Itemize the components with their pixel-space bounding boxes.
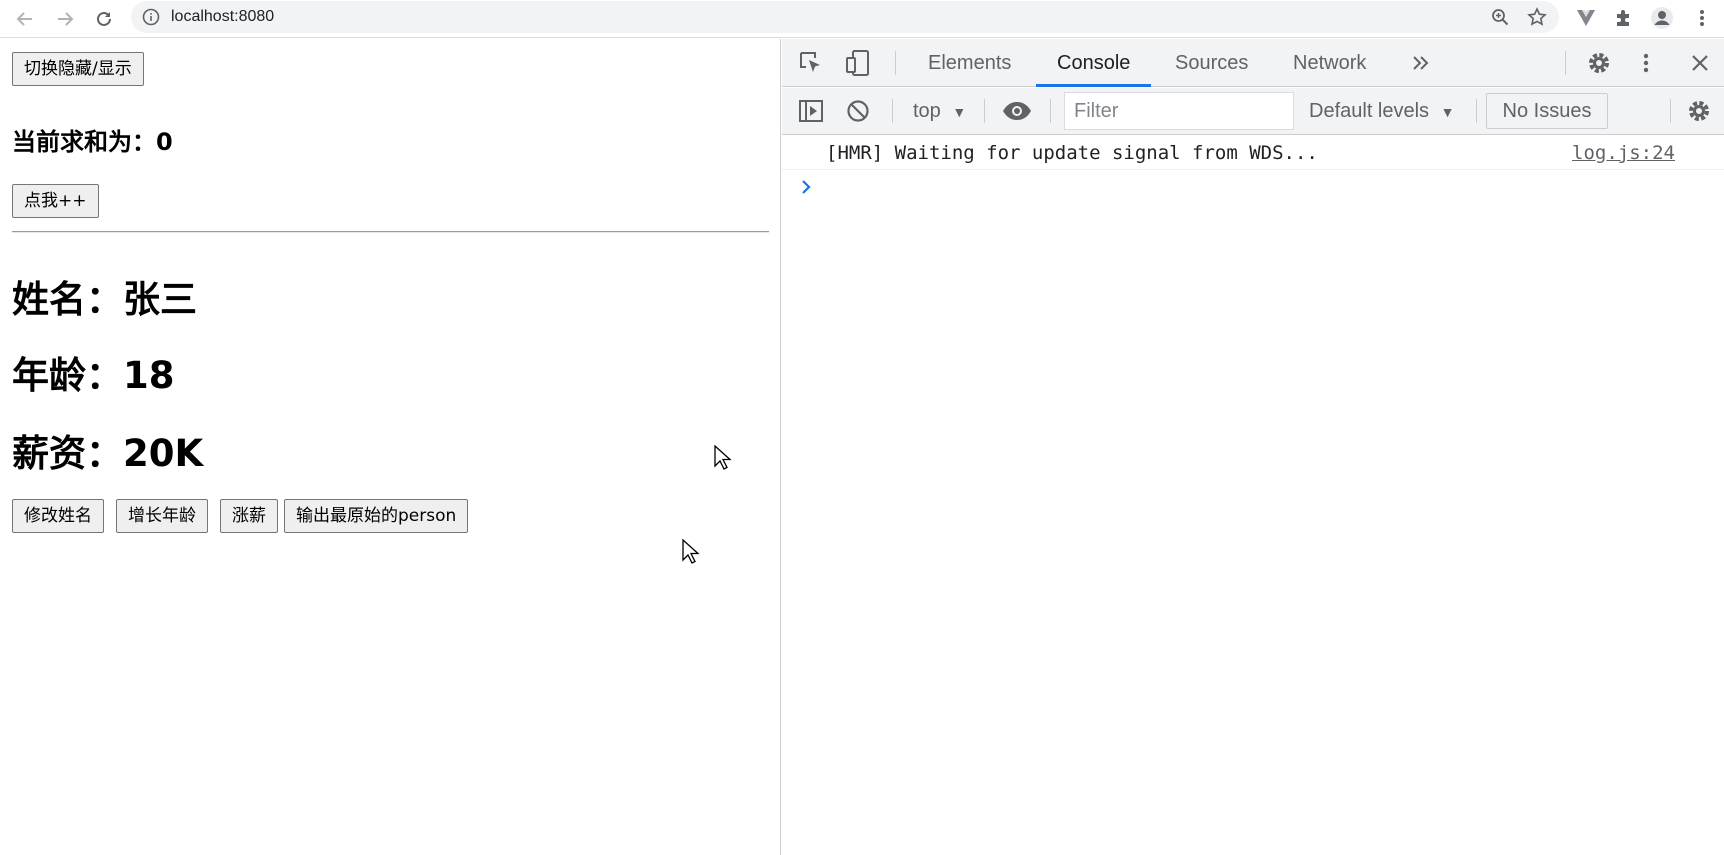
separator (984, 99, 985, 123)
grow-age-button[interactable]: 增长年龄 (116, 499, 208, 533)
increment-button[interactable]: 点我++ (12, 184, 99, 218)
raise-salary-button[interactable]: 涨薪 (220, 499, 278, 533)
person-name: 姓名：张三 (12, 278, 197, 321)
star-icon[interactable] (1527, 7, 1547, 27)
puzzle-icon[interactable] (1612, 6, 1636, 30)
separator (892, 99, 893, 123)
mouse-cursor-icon (714, 445, 732, 470)
back-arrow-icon[interactable] (10, 4, 40, 34)
forward-arrow-icon[interactable] (50, 4, 80, 34)
separator (1670, 99, 1671, 123)
close-icon[interactable] (1688, 51, 1712, 75)
log-levels-dropdown[interactable]: Default levels ▼ (1309, 88, 1454, 134)
issues-button[interactable]: No Issues (1486, 93, 1608, 129)
sidebar-toggle-icon[interactable] (797, 98, 825, 124)
change-name-button[interactable]: 修改姓名 (12, 499, 104, 533)
settings-gear-icon[interactable] (1585, 49, 1613, 77)
sum-text: 当前求和为：0 (12, 128, 173, 156)
info-icon[interactable] (142, 8, 160, 26)
device-toolbar-icon[interactable] (843, 49, 873, 77)
log-levels-label: Default levels (1309, 100, 1430, 122)
person-age: 年龄：18 (12, 354, 175, 397)
url-text[interactable]: localhost:8080 (171, 8, 274, 26)
dropdown-arrow-icon: ▼ (952, 104, 967, 120)
separator (1565, 51, 1566, 75)
zoom-icon[interactable] (1490, 7, 1510, 27)
toggle-visibility-button[interactable]: 切换隐藏/显示 (12, 52, 144, 86)
console-filter-input[interactable]: Filter (1064, 92, 1294, 130)
tab-elements[interactable]: Elements (928, 39, 1011, 87)
separator (895, 51, 896, 75)
context-selector[interactable]: top ▼ (913, 88, 966, 134)
console-toolbar: top ▼ Filter Default levels ▼ No Issues (782, 88, 1724, 135)
context-label: top (913, 100, 941, 122)
extension-vue-icon[interactable] (1574, 6, 1598, 30)
console-message-source-link[interactable]: log.js:24 (1572, 142, 1675, 164)
tab-sources[interactable]: Sources (1175, 39, 1248, 87)
devtools-panel: Elements Console Sources Network top ▼ F… (782, 39, 1724, 855)
inspect-element-icon[interactable] (796, 49, 826, 77)
console-settings-gear-icon[interactable] (1685, 97, 1713, 125)
console-message: [HMR] Waiting for update signal from WDS… (782, 136, 1724, 170)
more-tabs-icon[interactable] (1409, 51, 1433, 75)
kebab-menu-icon[interactable] (1638, 49, 1654, 77)
tab-network[interactable]: Network (1293, 39, 1366, 87)
separator (1476, 99, 1477, 123)
print-person-button[interactable]: 输出最原始的person (284, 499, 469, 533)
dropdown-arrow-icon: ▼ (1440, 104, 1455, 120)
address-bar[interactable]: localhost:8080 (131, 1, 1559, 33)
separator (1050, 99, 1051, 123)
browser-toolbar: localhost:8080 (0, 0, 1724, 38)
person-salary: 薪资：20K (12, 432, 204, 475)
horizontal-rule (12, 231, 769, 233)
console-prompt-chevron-icon[interactable] (800, 178, 814, 196)
eye-icon[interactable] (1001, 97, 1033, 125)
page-viewport: 切换隐藏/显示 当前求和为：0 点我++ 姓名：张三 年龄：18 薪资：20K … (0, 39, 781, 855)
reload-icon[interactable] (89, 4, 119, 34)
console-message-text: [HMR] Waiting for update signal from WDS… (826, 142, 1318, 164)
profile-icon[interactable] (1650, 6, 1674, 30)
kebab-menu-icon[interactable] (1690, 6, 1714, 30)
mouse-cursor-icon (682, 539, 700, 564)
devtools-tabbar: Elements Console Sources Network (782, 39, 1724, 87)
tab-console[interactable]: Console (1036, 39, 1152, 87)
clear-console-icon[interactable] (845, 98, 871, 124)
